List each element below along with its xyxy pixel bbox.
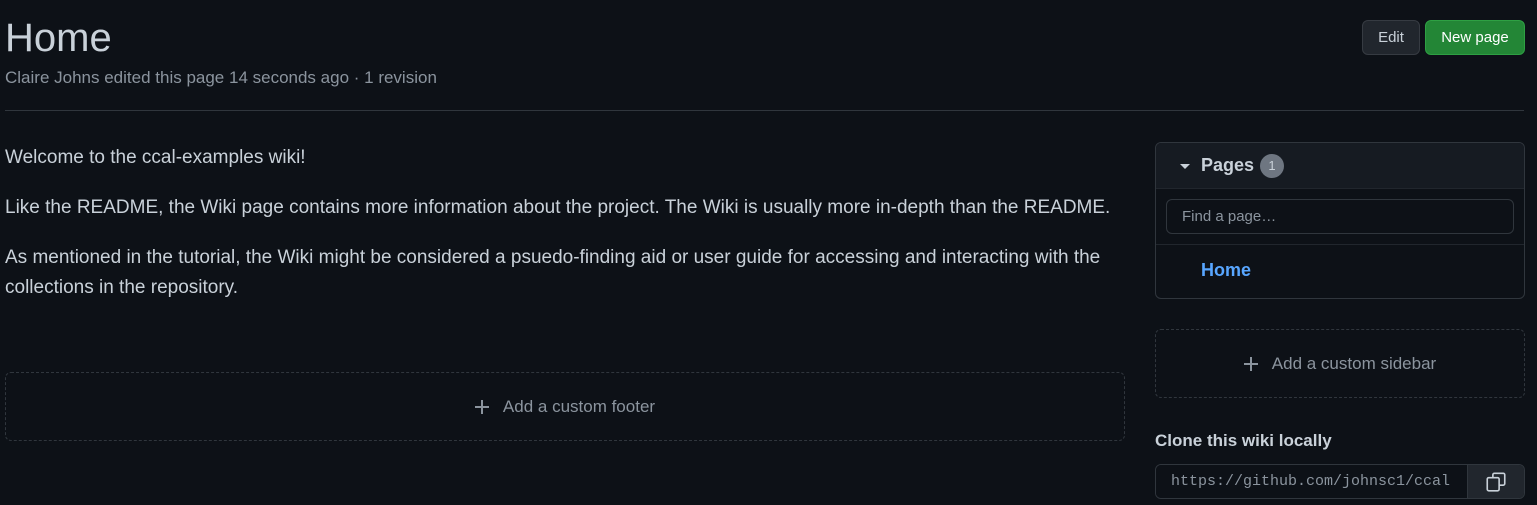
copy-url-button[interactable]	[1467, 465, 1524, 498]
clone-title: Clone this wiki locally	[1155, 431, 1332, 450]
content-paragraph: Like the README, the Wiki page contains …	[5, 197, 1111, 218]
pages-count-badge: 1	[1260, 153, 1285, 178]
page-link-home[interactable]: Home	[1156, 245, 1524, 295]
page-meta: Claire Johns edited this page 14 seconds…	[5, 68, 437, 88]
add-custom-footer-button[interactable]: Add a custom footer	[5, 372, 1125, 441]
pages-toggle[interactable]: Pages 1	[1156, 143, 1524, 189]
plus-icon	[474, 399, 489, 414]
edited-text: edited this page 14 seconds ago ·	[99, 68, 365, 87]
wiki-page: Home Claire Johns edited this page 14 se…	[0, 0, 1537, 505]
clone-url-input[interactable]	[1156, 465, 1467, 498]
header-divider	[5, 110, 1524, 111]
wiki-content: Welcome to the ccal-examples wiki! Like …	[5, 143, 1135, 323]
find-page-wrap	[1156, 189, 1524, 245]
pages-panel: Pages 1 Home	[1155, 142, 1525, 299]
plus-icon	[1243, 356, 1258, 371]
add-custom-sidebar-button[interactable]: Add a custom sidebar	[1155, 329, 1525, 398]
new-page-button[interactable]: New page	[1425, 20, 1525, 55]
edit-button[interactable]: Edit	[1362, 20, 1420, 55]
copy-icon	[1486, 471, 1506, 492]
find-page-input[interactable]	[1166, 199, 1514, 234]
clone-url-box	[1155, 464, 1525, 499]
pages-title: Pages	[1201, 155, 1255, 175]
content-paragraph: As mentioned in the tutorial, the Wiki m…	[5, 247, 1101, 298]
page-title: Home	[5, 16, 112, 60]
add-footer-label: Add a custom footer	[502, 396, 656, 416]
content-paragraph: Welcome to the ccal-examples wiki!	[5, 147, 306, 168]
revisions-link[interactable]: 1 revision	[364, 68, 437, 87]
add-sidebar-label: Add a custom sidebar	[1271, 353, 1437, 373]
caret-down-icon	[1180, 164, 1190, 169]
author-link[interactable]: Claire Johns	[5, 68, 100, 87]
